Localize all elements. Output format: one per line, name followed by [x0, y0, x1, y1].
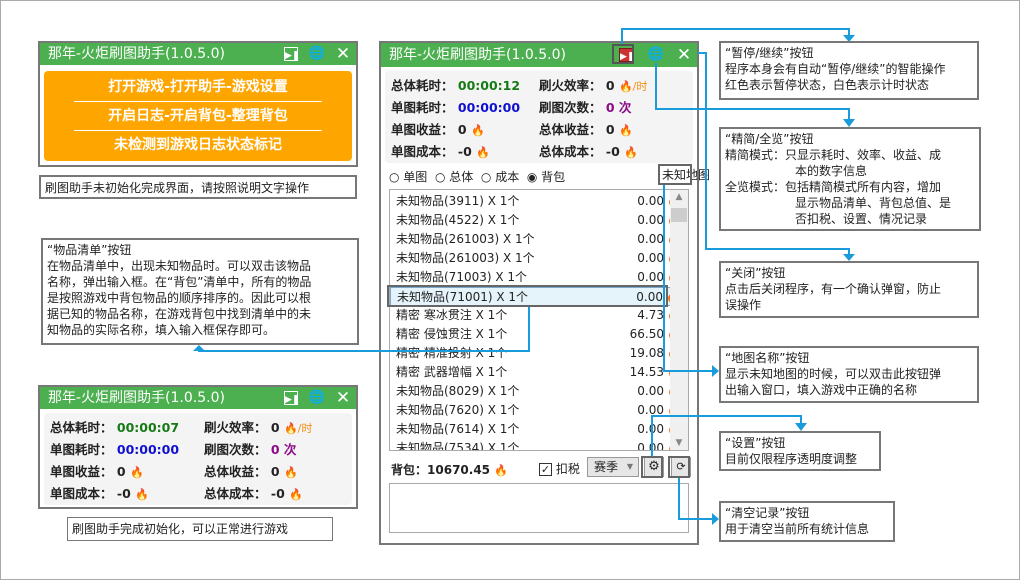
note-mode: “精简/全览”按钮 精简模式：只显示耗时、效率、收益、成 本的数字信息 全览模式…: [719, 127, 981, 231]
note-settings: “设置”按钮 目前仅限程序透明度调整: [719, 431, 881, 471]
note-clear: “清空记录”按钮 用于清空当前所有统计信息: [719, 501, 895, 542]
connector-item-list: [198, 307, 530, 352]
note-map: “地图名称”按钮 显示未知地图的时候，可以双击此按钮弹 出输入窗口，填入游戏中正…: [719, 346, 979, 403]
connector-clear: [678, 478, 713, 520]
note-line: 显示物品清单、背包总值、是: [795, 196, 952, 210]
arrow-icon: [843, 119, 855, 127]
note-line: 精简模式：只显示耗时、效率、收益、成: [725, 148, 942, 162]
note-line: 程序本身会有自动“暂停/继续”的智能操作: [725, 62, 946, 76]
arrow-icon: [843, 254, 855, 261]
note-close: “关闭”按钮 点击后关闭程序，有一个确认弹窗，防止 误操作: [719, 261, 979, 318]
note-line: 本的数字信息: [795, 164, 868, 178]
note-title: “地图名称”按钮: [725, 351, 810, 365]
note-title: “清空记录”按钮: [725, 506, 810, 520]
arrow-icon: [795, 423, 807, 431]
note-pause: “暂停/继续”按钮 程序本身会有自动“暂停/继续”的智能操作 红色表示暂停状态，…: [719, 41, 979, 100]
note-title: “精简/全览”按钮: [725, 132, 814, 146]
note-line: 用于清空当前所有统计信息: [725, 522, 870, 536]
arrow-icon: [712, 513, 719, 525]
note-line: 误操作: [725, 298, 762, 312]
note-title: “暂停/继续”按钮: [725, 46, 814, 60]
arrow-icon: [712, 365, 719, 377]
note-line: 点击后关闭程序，有一个确认弹窗，防止: [725, 282, 942, 296]
note-line: 全览模式：包括精简模式所有内容，增加: [725, 180, 942, 194]
note-line: 否扣税、设置、情况记录: [795, 212, 928, 226]
note-line: 目前仅限程序透明度调整: [725, 452, 858, 466]
note-line: 红色表示暂停状态，白色表示计时状态: [725, 78, 930, 92]
note-line: 出输入窗口，填入游戏中正确的名称: [725, 383, 918, 397]
note-title: “设置”按钮: [725, 436, 786, 450]
note-line: 显示未知地图的时候，可以双击此按钮弹: [725, 367, 942, 381]
arrow-icon: [193, 345, 205, 351]
note-title: “关闭”按钮: [725, 266, 786, 280]
